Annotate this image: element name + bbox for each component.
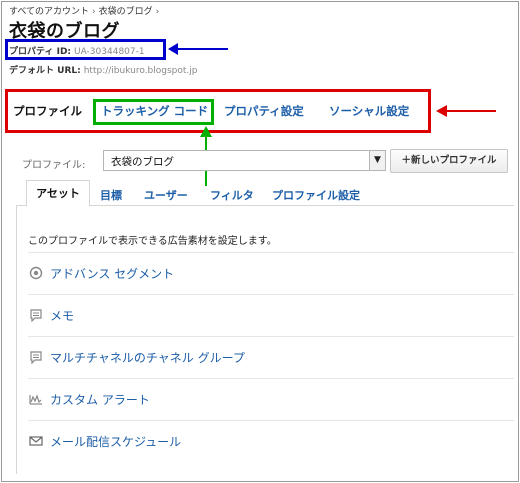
memo-icon [30, 309, 42, 322]
tab-profile[interactable]: プロファイル [13, 103, 82, 119]
annotation-arrow-red [436, 105, 496, 117]
mail-icon [29, 436, 43, 446]
breadcrumb: すべてのアカウント › 衣袋のブログ › [9, 4, 162, 17]
list-item-memo[interactable]: メモ [28, 294, 514, 336]
profile-selector-label: プロファイル: [22, 160, 86, 171]
list-item-email-schedule[interactable]: メール配信スケジュール [28, 420, 514, 462]
breadcrumb-separator: › [155, 7, 160, 17]
list-item-custom-alerts[interactable]: カスタム アラート [28, 378, 514, 420]
list-item-label[interactable]: メモ [50, 307, 74, 324]
panel-description: このプロファイルで表示できる広告素材を設定します。 [28, 236, 277, 247]
new-profile-button[interactable]: ＋新しいプロファイル [390, 149, 508, 173]
profile-select[interactable]: 衣袋のブログ ▼ [103, 150, 386, 171]
annotation-arrow-blue [168, 43, 228, 55]
alert-chart-icon [29, 394, 42, 405]
channel-group-icon [30, 351, 42, 364]
breadcrumb-account[interactable]: 衣袋のブログ [99, 7, 153, 17]
list-item-channel-groups[interactable]: マルチチャネルのチャネル グループ [28, 336, 514, 378]
subtab-profile-settings[interactable]: プロファイル設定 [272, 187, 360, 203]
segment-icon [29, 266, 43, 280]
tab-social-settings[interactable]: ソーシャル設定 [329, 103, 409, 119]
default-url-row: デフォルト URL: http://ibukuro.blogspot.jp [9, 63, 198, 76]
list-item-label[interactable]: マルチチャネルのチャネル グループ [50, 349, 245, 366]
list-item-label[interactable]: アドバンス セグメント [50, 265, 174, 282]
annotation-box-green [93, 99, 214, 125]
breadcrumb-separator: › [92, 7, 96, 17]
subtab-filters[interactable]: フィルタ [210, 187, 254, 203]
subtab-users[interactable]: ユーザー [144, 187, 188, 203]
subtab-goals[interactable]: 目標 [100, 187, 122, 203]
subtab-assets[interactable]: アセット [26, 180, 90, 207]
default-url-label: デフォルト URL: [9, 66, 81, 76]
breadcrumb-all-accounts[interactable]: すべてのアカウント [9, 7, 89, 17]
dropdown-arrow-icon[interactable]: ▼ [369, 151, 385, 170]
list-item-label[interactable]: カスタム アラート [50, 391, 150, 408]
list-item-label[interactable]: メール配信スケジュール [50, 433, 181, 450]
list-item-advanced-segments[interactable]: アドバンス セグメント [28, 252, 514, 294]
profile-select-value: 衣袋のブログ [111, 156, 174, 168]
tab-property-settings[interactable]: プロパティ設定 [224, 103, 304, 119]
annotation-box-blue [5, 39, 166, 60]
default-url-value: http://ibukuro.blogspot.jp [83, 66, 198, 76]
